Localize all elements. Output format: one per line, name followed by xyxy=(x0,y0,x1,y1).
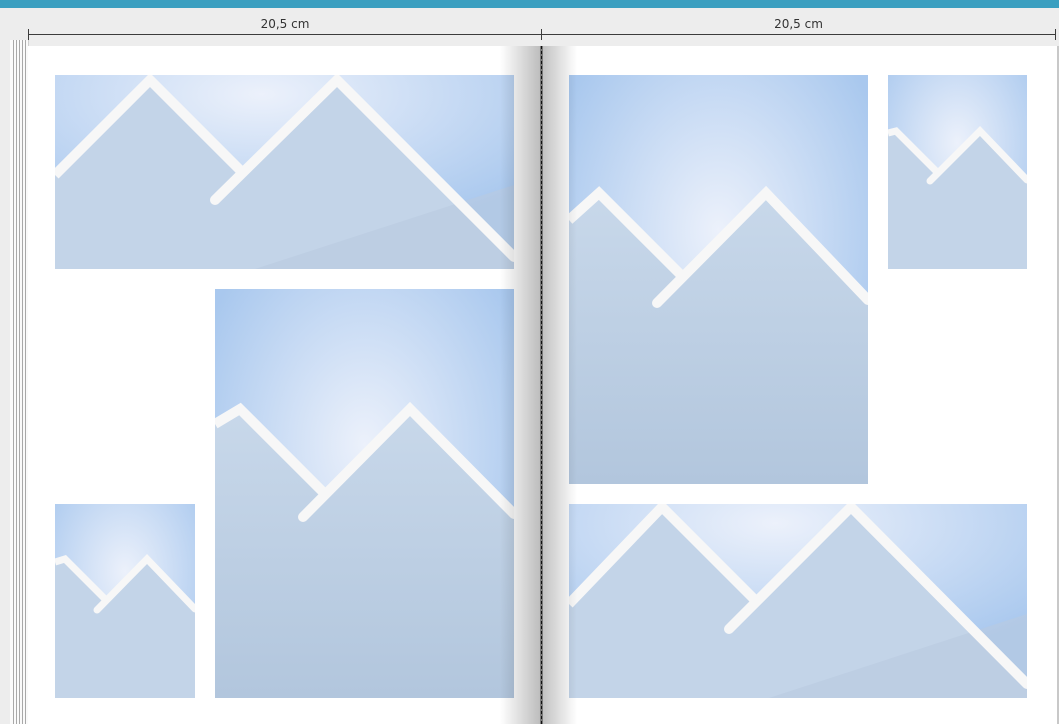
ruler-line xyxy=(28,34,542,35)
mountain-placeholder-icon xyxy=(888,75,1027,269)
mountain-placeholder-icon xyxy=(569,504,1027,698)
mountain-placeholder-icon xyxy=(215,289,514,698)
ruler-right: 20,5 cm xyxy=(541,8,1056,44)
photo-placeholder[interactable] xyxy=(215,289,514,698)
ruler-width-label: 20,5 cm xyxy=(774,17,823,31)
photo-placeholder[interactable] xyxy=(55,75,514,269)
ruler-line xyxy=(541,34,1056,35)
photo-placeholder[interactable] xyxy=(569,75,868,484)
book-spine xyxy=(540,46,543,724)
mountain-placeholder-icon xyxy=(55,75,514,269)
right-page[interactable] xyxy=(543,46,1057,724)
photo-placeholder[interactable] xyxy=(888,75,1027,269)
mountain-placeholder-icon xyxy=(569,75,868,484)
photo-placeholder[interactable] xyxy=(55,504,195,698)
mountain-placeholder-icon xyxy=(55,504,195,698)
left-page[interactable] xyxy=(28,46,540,724)
ruler-left: 20,5 cm xyxy=(28,8,542,44)
photo-placeholder[interactable] xyxy=(569,504,1027,698)
ruler-width-label: 20,5 cm xyxy=(260,17,310,31)
title-accent-bar xyxy=(0,0,1059,8)
page-edge-stack xyxy=(10,40,29,724)
